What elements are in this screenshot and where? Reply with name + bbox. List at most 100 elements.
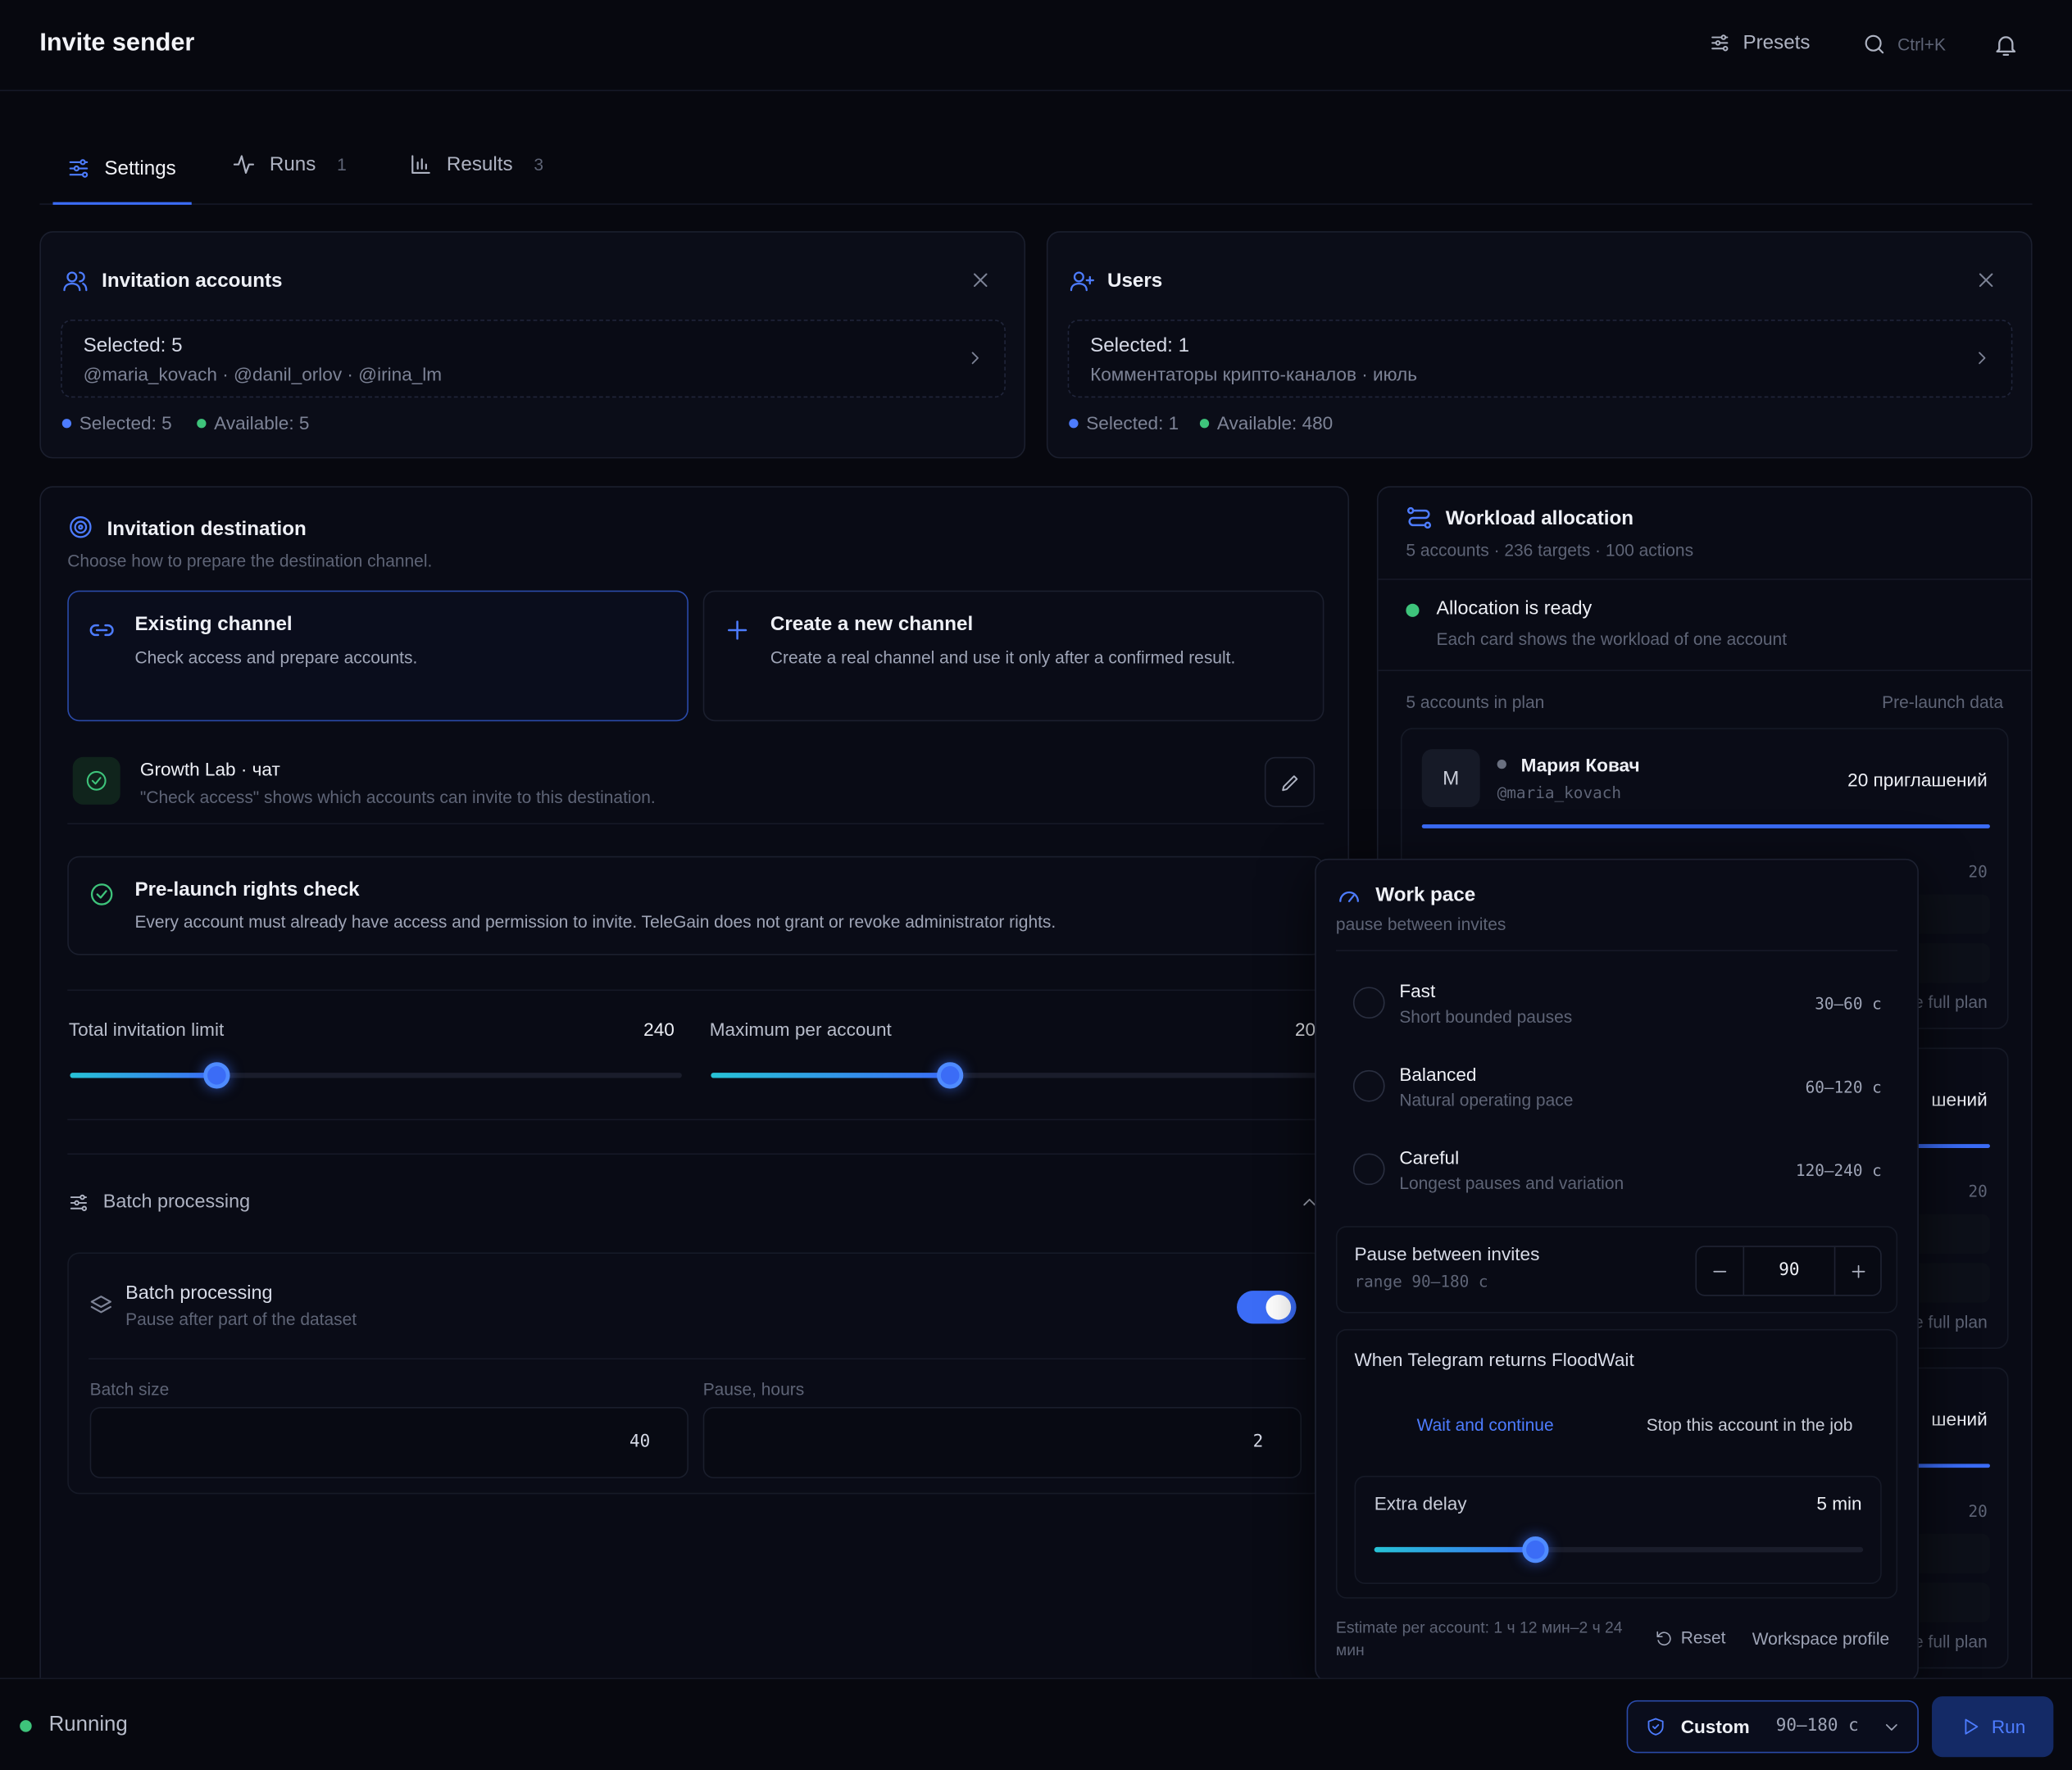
account-progress [1421,824,1990,828]
close-icon[interactable] [969,268,993,292]
invitation-destination-panel: Invitation destination Choose how to pre… [39,486,1350,1702]
pace-option-balanced[interactable]: Balanced Natural operating pace 60–120 с [1336,1051,1897,1125]
max-per-account-value: 20 [1294,1019,1316,1040]
search-shortcut: Ctrl+K [1897,34,1946,55]
ready-status-dot [1406,603,1420,617]
radio-button[interactable] [1352,1153,1385,1186]
destination-subtitle: Choose how to prepare the destination ch… [67,551,433,571]
total-limit-value: 240 [643,1019,675,1040]
users-stat-selected: Selected: 1 [1069,412,1179,433]
sliders-icon [1709,32,1731,54]
ready-title: Allocation is ready [1436,598,1593,620]
running-status-dot [20,1720,32,1732]
tab-runs-label: Runs [269,153,316,176]
divider [67,1153,1325,1155]
work-pace-title: Work pace [1375,883,1476,906]
preset-name: Custom [1680,1716,1750,1738]
accounts-selector[interactable]: Selected: 5 @maria_kovach · @danil_orlov… [61,320,1006,398]
increment-button[interactable] [1833,1246,1882,1295]
extra-delay-slider[interactable] [1374,1536,1864,1564]
floodwait-title: When Telegram returns FloodWait [1354,1349,1634,1370]
user-plus-icon [1069,268,1095,294]
pause-hours-input[interactable]: 2 [702,1406,1302,1479]
radio-button[interactable] [1352,1069,1385,1102]
batch-toggle[interactable] [1237,1291,1297,1324]
work-pace-popover: Work pace pause between invites Fast Sho… [1315,858,1919,1682]
account-status-dot [1497,760,1506,769]
accounts-stat-available: Available: 5 [197,412,309,433]
rights-title: Pre-launch rights check [134,878,360,901]
account-handle: @maria_kovach [1497,783,1622,802]
floodwait-wait-option[interactable]: Wait and continue [1355,1396,1616,1452]
tab-settings-label: Settings [104,157,176,180]
batch-size-label: Batch size [89,1379,170,1400]
invite-sender-app: Invite sender Presets Ctrl+K Settings Ru… [0,0,2072,1770]
tab-results-label: Results [446,153,513,176]
chevron-right-icon [1971,347,1992,369]
destination-title: Invitation destination [107,517,307,541]
chevron-right-icon [965,347,986,369]
divider [1378,579,2031,580]
batch-title: Batch processing [125,1282,273,1305]
preset-selector[interactable]: Custom 90–180 с [1626,1700,1919,1754]
tab-runs-count: 1 [337,154,347,175]
max-per-account-slider[interactable] [711,1062,1323,1089]
pace-option-careful[interactable]: Careful Longest pauses and variation 120… [1336,1135,1897,1209]
sliders-icon [67,1191,89,1214]
check-circle-icon [89,881,115,907]
total-limit-slider[interactable] [70,1062,682,1089]
accounts-stat-available-text: Available: 5 [214,412,310,433]
page-title: Invite sender [39,29,195,57]
pause-value[interactable]: 90 [1744,1260,1834,1280]
workspace-profile-button[interactable]: Workspace profile [1752,1629,1889,1649]
run-button[interactable]: Run [1932,1696,2054,1758]
preset-range: 90–180 с [1775,1716,1859,1736]
target-icon [67,514,93,540]
existing-channel-title: Existing channel [134,613,293,636]
edit-destination-button[interactable] [1264,756,1315,808]
slider-handle[interactable] [936,1062,963,1089]
search-button[interactable]: Ctrl+K [1862,32,1946,57]
avatar: М [1421,749,1480,808]
decrement-button[interactable] [1697,1246,1745,1295]
slider-handle[interactable] [203,1062,230,1089]
pace-name: Balanced [1399,1063,1477,1085]
option-existing-channel[interactable]: Existing channel Check access and prepar… [67,590,688,722]
workload-title: Workload allocation [1445,507,1634,530]
slider-handle[interactable] [1522,1536,1549,1564]
extra-delay-box: Extra delay 5 min [1354,1475,1882,1585]
floodwait-stop-option[interactable]: Stop this account in the job [1617,1396,1881,1452]
batch-section-toggle[interactable]: Batch processing [67,1189,1324,1215]
tab-runs[interactable]: Runs 1 [231,152,347,177]
radio-button[interactable] [1352,987,1385,1019]
users-card-title: Users [1107,269,1163,293]
pace-range: 120–240 с [1795,1161,1882,1180]
partial-full-plan: e full plan [1914,1311,1988,1332]
accounts-card-title: Invitation accounts [102,269,283,293]
pause-range: range 90–180 с [1354,1272,1488,1291]
close-icon[interactable] [1974,268,1998,292]
top-bar: Invite sender Presets Ctrl+K [0,0,2072,92]
search-icon [1862,32,1888,57]
users-selector[interactable]: Selected: 1 Комментаторы крипто-каналов … [1067,320,2013,398]
users-stat-available: Available: 480 [1199,412,1333,433]
shield-icon [1645,1716,1666,1737]
batch-size-input[interactable]: 40 [89,1406,688,1479]
pause-hours-value: 2 [1252,1432,1264,1452]
reset-button[interactable]: Reset [1654,1627,1725,1647]
workload-summary: 5 accounts · 236 targets · 100 actions [1406,540,1694,560]
max-per-account-label: Maximum per account [709,1019,892,1040]
bell-icon[interactable] [1992,32,2019,58]
presets-button[interactable]: Presets [1709,32,1810,54]
pace-desc: Short bounded pauses [1399,1006,1573,1027]
tab-results[interactable]: Results 3 [408,152,543,177]
gauge-icon [1336,883,1362,909]
option-new-channel[interactable]: Create a new channel Create a real chann… [702,590,1325,722]
slider-fill [1374,1546,1536,1553]
pace-option-fast[interactable]: Fast Short bounded pauses 30–60 с [1336,969,1897,1042]
users-selected-line: Selected: 1 [1090,334,1190,357]
estimate-per-account: Estimate per account: 1 ч 12 мин–2 ч 24 … [1335,1618,1623,1659]
layers-icon [89,1293,114,1318]
new-channel-desc: Create a real channel and use it only af… [770,647,1236,668]
tab-settings[interactable]: Settings [52,138,192,205]
